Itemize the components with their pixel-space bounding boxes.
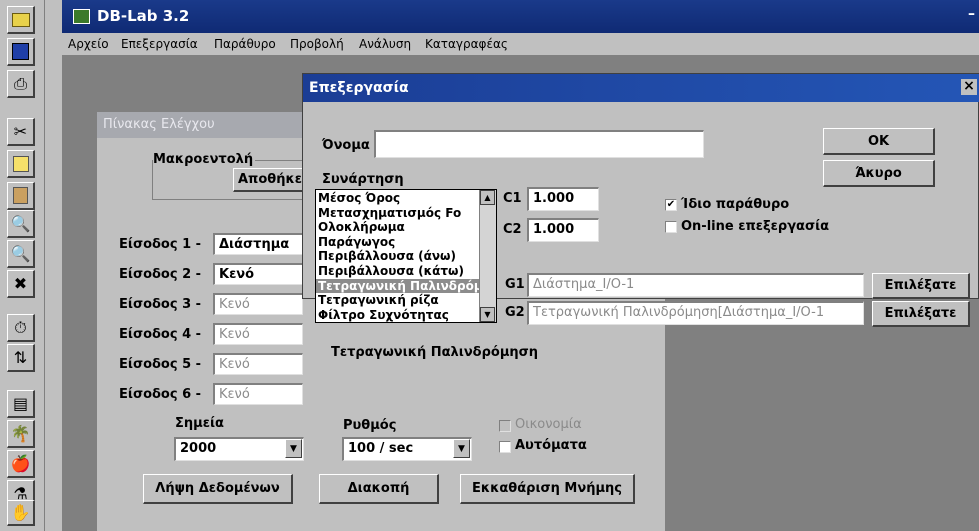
input-2-label: Είσοδος 2 - <box>119 267 202 282</box>
minimize-icon[interactable]: – <box>968 6 975 22</box>
cancel-button[interactable]: Άκυρο <box>823 160 935 187</box>
c1-label: C1 <box>503 191 522 206</box>
window-icon[interactable]: ▤ <box>7 390 35 418</box>
name-input[interactable] <box>374 130 704 158</box>
c1-input[interactable]: 1.000 <box>527 187 599 211</box>
input-5-field[interactable]: Κενό <box>213 353 303 375</box>
control-panel-titlebar: Πίνακας Ελέγχου <box>97 112 317 138</box>
app-title: DB-Lab 3.2 <box>97 7 190 25</box>
function-list-item[interactable]: Μέσος Όρος <box>316 191 480 206</box>
input-5-label: Είσοδος 5 - <box>119 357 202 372</box>
function-description: Τετραγωνική Παλινδρόμηση <box>331 345 539 360</box>
tree-icon[interactable]: 🌴 <box>7 420 35 448</box>
g2-label: G2 <box>505 305 525 320</box>
g2-input[interactable]: Τετραγωνική Παλινδρόμηση[Διάστημα_I/O-1 <box>527 301 864 325</box>
same-window-checkbox[interactable]: ✔ <box>665 199 677 211</box>
function-list-item[interactable]: Τετραγωνική Παλινδρόμηση <box>316 278 496 294</box>
left-toolbar: ⎙ ✂ 🔍 🔍 ✖ ⏱ ⇅ ▤ 🌴 🍎 ⚗ ✋ <box>0 0 45 531</box>
menu-window[interactable]: Παράθυρο <box>214 37 276 51</box>
function-list-scrollbar[interactable]: ▲ ▼ <box>479 190 496 322</box>
rate-value: 100 / sec <box>348 441 414 456</box>
function-list-item[interactable]: Μετασχηματισμός Fo <box>316 206 480 221</box>
rate-label: Ρυθμός <box>343 418 397 433</box>
app-titlebar: DB-Lab 3.2 – <box>62 0 979 33</box>
copy-icon[interactable] <box>7 150 35 178</box>
stop-icon[interactable]: ✋ <box>7 500 35 526</box>
g1-input[interactable]: Διάστημα_I/O-1 <box>527 273 864 297</box>
print-icon[interactable]: ⎙ <box>7 70 35 98</box>
control-panel-title: Πίνακας Ελέγχου <box>103 117 215 132</box>
zoom-out-icon[interactable]: 🔍 <box>7 240 35 268</box>
input-6-field[interactable]: Κενό <box>213 383 303 405</box>
input-1-label: Είσοδος 1 - <box>119 237 202 252</box>
function-list-item[interactable]: Περιβάλλουσα (άνω) <box>316 249 480 264</box>
edit-dialog-titlebar: Επεξεργασία × <box>303 74 979 102</box>
menu-analysis[interactable]: Ανάλυση <box>359 37 411 51</box>
close-icon[interactable]: × <box>961 79 977 95</box>
chevron-down-icon[interactable]: ▼ <box>285 439 302 458</box>
edit-dialog-title: Επεξεργασία <box>309 80 409 96</box>
chevron-down-icon[interactable]: ▼ <box>453 439 470 458</box>
input-4-field[interactable]: Κενό <box>213 323 303 345</box>
cut-icon[interactable]: ✂ <box>7 118 35 146</box>
points-label: Σημεία <box>175 416 224 431</box>
online-processing-label: On-line επεξεργασία <box>681 219 830 234</box>
timer-icon[interactable]: ⏱ <box>7 314 35 342</box>
function-list-item[interactable]: Φίλτρο Συχνότητας <box>316 308 480 322</box>
macro-label: Μακροεντολή <box>153 152 256 167</box>
app-icon <box>73 9 90 24</box>
select-g1-button[interactable]: Επιλέξατε <box>872 273 970 299</box>
apple-icon[interactable]: 🍎 <box>7 450 35 478</box>
input-2-field[interactable]: Κενό <box>213 263 303 285</box>
economy-checkbox[interactable] <box>499 420 511 432</box>
clear-memory-button[interactable]: Εκκαθάριση Μνήμης <box>460 474 635 504</box>
function-list-item[interactable]: Παράγωγος <box>316 235 480 250</box>
zoom-fit-icon[interactable]: ✖ <box>7 270 35 298</box>
function-list-item[interactable]: Ολοκλήρωμα <box>316 220 480 235</box>
name-label: Όνομα <box>322 138 370 153</box>
menu-edit[interactable]: Επεξεργασία <box>121 37 198 51</box>
c2-label: C2 <box>503 222 522 237</box>
economy-label: Οικονομία <box>515 417 582 432</box>
scroll-down-icon[interactable]: ▼ <box>480 307 495 322</box>
input-1-field[interactable]: Διάστημα <box>213 233 303 255</box>
ok-button[interactable]: OK <box>823 128 935 155</box>
input-3-field[interactable]: Κενό <box>213 293 303 315</box>
g1-label: G1 <box>505 277 525 292</box>
input-4-label: Είσοδος 4 - <box>119 327 202 342</box>
paste-icon[interactable] <box>7 182 35 210</box>
menu-file[interactable]: Αρχείο <box>68 37 109 51</box>
function-list[interactable]: Μέσος Όρος Μετασχηματισμός Fo Ολοκλήρωμα Πα… <box>315 189 497 323</box>
online-processing-checkbox[interactable] <box>665 221 677 233</box>
folder-icon[interactable] <box>7 6 35 34</box>
function-list-item[interactable]: Περιβάλλουσα (κάτω) <box>316 264 480 279</box>
scroll-up-icon[interactable]: ▲ <box>480 190 495 205</box>
acquire-data-button[interactable]: Λήψη Δεδομένων <box>143 474 293 504</box>
menu-bar: Αρχείο Επεξεργασία Παράθυρο Προβολή Ανάλ… <box>62 33 979 55</box>
select-g2-button[interactable]: Επιλέξατε <box>872 301 970 327</box>
auto-label: Αυτόματα <box>515 438 587 453</box>
save-icon[interactable] <box>7 38 35 66</box>
menu-logger[interactable]: Καταγραφέας <box>425 37 508 51</box>
delete-icon[interactable]: ⇅ <box>7 344 35 372</box>
function-label: Συνάρτηση <box>322 172 404 187</box>
zoom-in-icon[interactable]: 🔍 <box>7 210 35 238</box>
c2-input[interactable]: 1.000 <box>527 218 599 242</box>
auto-checkbox[interactable] <box>499 441 511 453</box>
input-6-label: Είσοδος 6 - <box>119 387 202 402</box>
function-list-item[interactable]: Τετραγωνική ρίζα <box>316 293 480 308</box>
same-window-label: Ίδιο παράθυρο <box>681 197 790 212</box>
input-3-label: Είσοδος 3 - <box>119 297 202 312</box>
stop-button[interactable]: Διακοπή <box>319 474 439 504</box>
points-value: 2000 <box>180 441 217 456</box>
menu-view[interactable]: Προβολή <box>290 37 344 51</box>
